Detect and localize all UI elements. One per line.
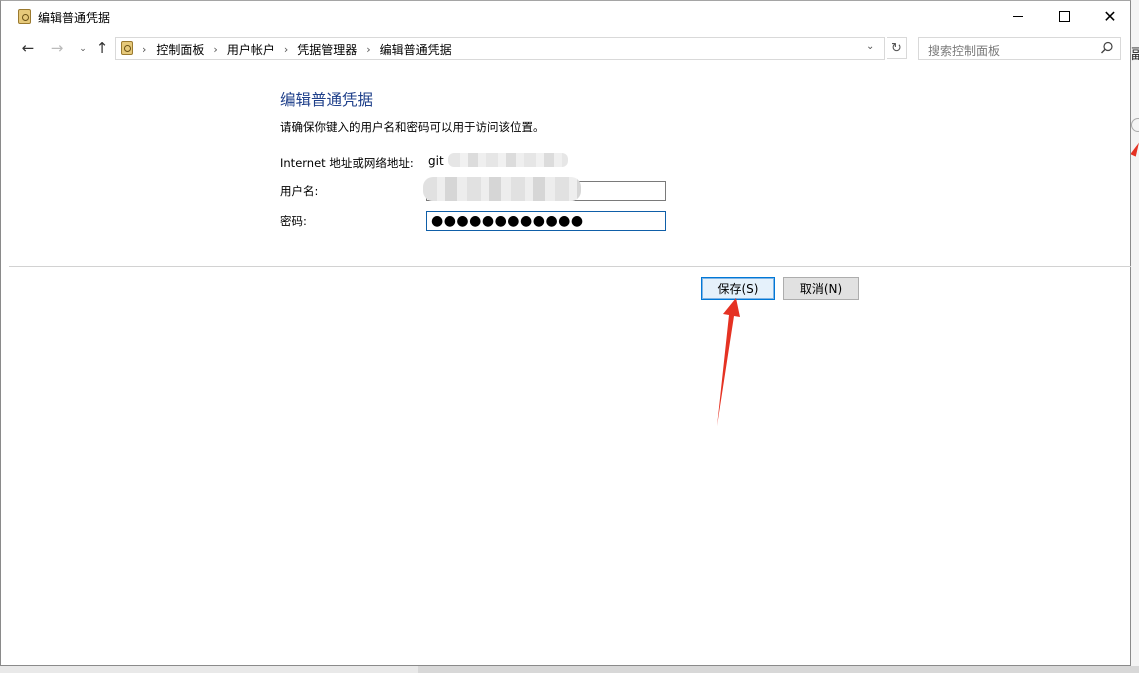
password-label: 密码: bbox=[280, 214, 307, 228]
forward-arrow-icon: → bbox=[50, 39, 64, 57]
maximize-button[interactable] bbox=[1041, 1, 1087, 32]
save-button[interactable]: 保存(S) bbox=[701, 277, 775, 300]
page-title: 编辑普通凭据 bbox=[280, 91, 374, 109]
recent-locations-button[interactable]: ⌄ bbox=[74, 40, 92, 58]
redacted-address bbox=[448, 153, 568, 167]
back-arrow-icon: ← bbox=[21, 39, 35, 57]
refresh-button[interactable]: ↻ bbox=[887, 37, 907, 59]
breadcrumb-separator-icon[interactable]: › bbox=[284, 43, 288, 56]
breadcrumb-separator-icon[interactable]: › bbox=[213, 43, 217, 56]
search-input[interactable]: 搜索控制面板 bbox=[918, 37, 1121, 60]
background-window-edge bbox=[418, 666, 1139, 673]
credential-manager-icon bbox=[18, 9, 31, 24]
search-icon[interactable] bbox=[1100, 41, 1114, 55]
minimize-icon bbox=[1013, 16, 1023, 17]
search-placeholder: 搜索控制面板 bbox=[928, 44, 1001, 58]
cancel-button[interactable]: 取消(N) bbox=[783, 277, 859, 300]
forward-button[interactable]: → bbox=[48, 39, 66, 57]
background-circle-icon bbox=[1131, 118, 1139, 132]
credential-editor-window: 编辑普通凭据 ✕ ← → ⌄ ↑ › 控制面板 › 用户帐户 › 凭据管理器 ›… bbox=[0, 0, 1131, 666]
page-subtitle: 请确保你键入的用户名和密码可以用于访问该位置。 bbox=[280, 120, 545, 134]
back-button[interactable]: ← bbox=[19, 39, 37, 57]
up-arrow-icon: ↑ bbox=[95, 39, 109, 57]
redacted-username bbox=[423, 177, 581, 201]
background-window-text: 副 bbox=[1131, 47, 1139, 63]
window-title: 编辑普通凭据 bbox=[38, 11, 111, 25]
up-button[interactable]: ↑ bbox=[93, 39, 111, 57]
password-field[interactable]: ●●●●●●●●●●●● bbox=[426, 211, 666, 231]
internet-address-label: Internet 地址或网络地址: bbox=[280, 156, 414, 170]
maximize-icon bbox=[1058, 11, 1070, 22]
divider bbox=[9, 266, 1131, 267]
breadcrumb: › 控制面板 › 用户帐户 › 凭据管理器 › 编辑普通凭据 bbox=[142, 41, 452, 58]
username-label: 用户名: bbox=[280, 184, 319, 198]
internet-address-value: git bbox=[428, 154, 444, 168]
breadcrumb-item-user-accounts[interactable]: 用户帐户 bbox=[227, 41, 275, 58]
password-value: ●●●●●●●●●●●● bbox=[431, 213, 584, 229]
control-panel-icon bbox=[121, 41, 133, 55]
close-button[interactable]: ✕ bbox=[1087, 1, 1133, 32]
breadcrumb-separator-icon[interactable]: › bbox=[142, 43, 146, 56]
address-bar[interactable]: › 控制面板 › 用户帐户 › 凭据管理器 › 编辑普通凭据 ⌄ bbox=[115, 37, 885, 60]
close-icon: ✕ bbox=[1103, 6, 1117, 26]
address-dropdown-icon[interactable]: ⌄ bbox=[866, 41, 874, 52]
title-bar[interactable]: 编辑普通凭据 ✕ bbox=[1, 1, 1130, 32]
breadcrumb-item-control-panel[interactable]: 控制面板 bbox=[156, 41, 204, 58]
breadcrumb-item-edit-credential[interactable]: 编辑普通凭据 bbox=[380, 41, 452, 58]
breadcrumb-item-credential-manager[interactable]: 凭据管理器 bbox=[297, 41, 357, 58]
minimize-button[interactable] bbox=[995, 1, 1041, 32]
refresh-icon: ↻ bbox=[891, 40, 902, 56]
breadcrumb-separator-icon[interactable]: › bbox=[366, 43, 370, 56]
background-window bbox=[1131, 0, 1139, 673]
chevron-down-icon: ⌄ bbox=[79, 44, 87, 54]
